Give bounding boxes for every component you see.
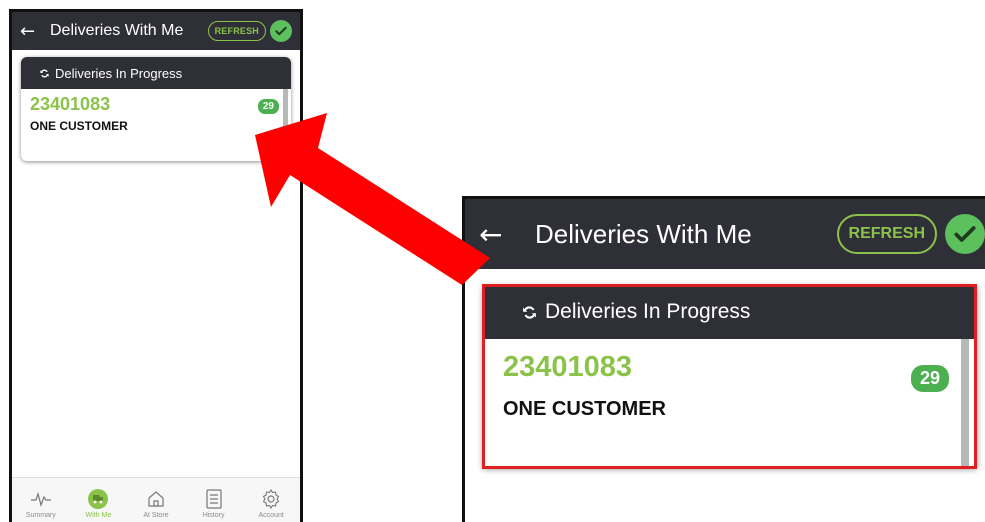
back-arrow-icon[interactable]: ←: [479, 218, 515, 251]
app-header: ← Deliveries With Me REFRESH: [12, 12, 300, 50]
zoomed-inset: ← Deliveries With Me REFRESH Deliveries …: [462, 196, 985, 522]
tab-label: Account: [258, 512, 284, 519]
truck-icon: [87, 488, 109, 510]
customer-name: ONE CUSTOMER: [30, 119, 128, 133]
tab-account[interactable]: Account: [246, 488, 296, 519]
page-title: Deliveries With Me: [50, 22, 184, 39]
store-icon: [146, 488, 166, 510]
delivery-card[interactable]: Deliveries In Progress 23401083 ONE CUST…: [483, 285, 977, 467]
tab-at-store[interactable]: At Store: [131, 488, 181, 519]
pulse-icon: [30, 488, 52, 510]
section-header: Deliveries In Progress: [21, 57, 291, 89]
history-icon: [205, 488, 223, 510]
scrollbar[interactable]: [961, 339, 969, 467]
check-circle-icon: [270, 20, 292, 42]
back-arrow-icon[interactable]: ←: [20, 21, 44, 42]
delivery-item[interactable]: 23401083 ONE CUSTOMER 29: [21, 89, 291, 161]
tab-label: History: [202, 512, 225, 519]
app-header: ← Deliveries With Me REFRESH: [465, 199, 985, 269]
tab-history[interactable]: History: [189, 488, 239, 519]
section-title: Deliveries In Progress: [55, 65, 183, 81]
section-title: Deliveries In Progress: [545, 300, 751, 323]
refresh-icon: [40, 69, 49, 77]
check-circle-icon: [945, 214, 985, 254]
tab-label: At Store: [143, 512, 169, 519]
tab-label: With Me: [85, 512, 112, 519]
refresh-button[interactable]: REFRESH: [207, 21, 266, 41]
order-number: 23401083: [30, 94, 111, 114]
count-badge: 29: [257, 99, 279, 114]
delivery-card[interactable]: Deliveries In Progress 23401083 ONE CUST…: [21, 57, 291, 161]
refresh-button[interactable]: REFRESH: [836, 214, 937, 254]
tab-summary[interactable]: Summary: [16, 488, 66, 519]
scrollbar[interactable]: [283, 89, 288, 135]
refresh-icon: [523, 305, 536, 319]
count-badge: 29: [910, 365, 949, 392]
section-header: Deliveries In Progress: [483, 285, 977, 339]
page-title: Deliveries With Me: [535, 218, 752, 249]
tab-with-me[interactable]: With Me: [73, 488, 123, 519]
order-number: 23401083: [503, 351, 633, 383]
gear-icon: [261, 488, 281, 510]
delivery-item[interactable]: 23401083 ONE CUSTOMER 29: [483, 339, 977, 467]
tab-label: Summary: [25, 512, 56, 519]
phone-screen: ← Deliveries With Me REFRESH Deliveries …: [9, 9, 303, 522]
customer-name: ONE CUSTOMER: [503, 398, 666, 420]
bottom-tab-bar: Summary With Me At Store History Account: [12, 477, 300, 522]
